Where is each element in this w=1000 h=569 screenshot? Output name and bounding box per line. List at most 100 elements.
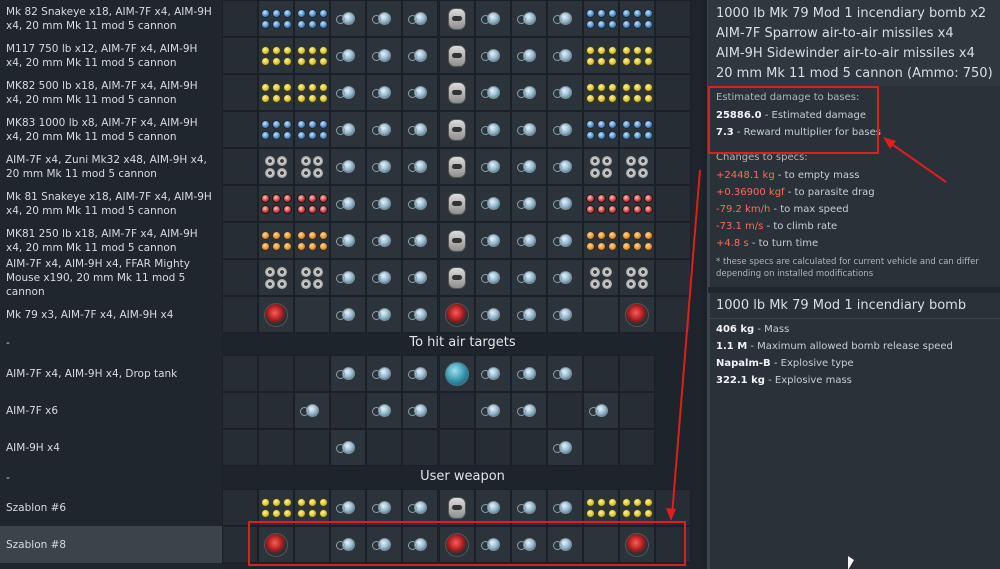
weapon-slot[interactable] [330, 392, 366, 429]
weapon-slot[interactable] [366, 296, 402, 333]
weapon-slot[interactable] [439, 37, 475, 74]
preset-row[interactable]: MK83 1000 lb x8, AIM-7F x4, AIM-9H x4, 2… [0, 111, 222, 148]
weapon-slot[interactable] [475, 37, 511, 74]
weapon-slot[interactable] [583, 392, 619, 429]
weapon-slot[interactable] [619, 222, 655, 259]
weapon-slot[interactable] [619, 392, 655, 429]
weapon-slot[interactable] [619, 37, 655, 74]
weapon-slot[interactable] [402, 111, 438, 148]
weapon-slot[interactable] [402, 259, 438, 296]
weapon-slot[interactable] [547, 259, 583, 296]
weapon-slot[interactable] [475, 185, 511, 222]
weapon-slot[interactable] [402, 392, 438, 429]
weapon-slot[interactable] [511, 148, 547, 185]
weapon-slot[interactable] [258, 185, 294, 222]
weapon-slot[interactable] [366, 185, 402, 222]
weapon-slot[interactable] [439, 429, 475, 466]
weapon-slot[interactable] [294, 259, 330, 296]
weapon-slot[interactable] [330, 74, 366, 111]
weapon-slot[interactable] [402, 185, 438, 222]
weapon-slot[interactable] [619, 148, 655, 185]
preset-row[interactable]: M117 750 lb x12, AIM-7F x4, AIM-9H x4, 2… [0, 37, 222, 74]
weapon-slot[interactable] [258, 355, 294, 392]
weapon-slot[interactable] [475, 148, 511, 185]
weapon-slot[interactable] [402, 222, 438, 259]
weapon-slot[interactable] [475, 74, 511, 111]
weapon-slot[interactable] [547, 111, 583, 148]
weapon-slot[interactable] [222, 222, 258, 259]
weapon-slot[interactable] [511, 185, 547, 222]
weapon-slot[interactable] [366, 111, 402, 148]
weapon-slot[interactable] [330, 0, 366, 37]
weapon-slot[interactable] [511, 392, 547, 429]
weapon-slot[interactable] [439, 296, 475, 333]
weapon-slot[interactable] [402, 296, 438, 333]
weapon-slot[interactable] [583, 185, 619, 222]
weapon-slot[interactable] [439, 355, 475, 392]
weapon-slot[interactable] [511, 222, 547, 259]
weapon-slot[interactable] [583, 111, 619, 148]
weapon-slot[interactable] [366, 148, 402, 185]
weapon-slot[interactable] [402, 0, 438, 37]
weapon-slot[interactable] [258, 74, 294, 111]
weapon-slot[interactable] [475, 296, 511, 333]
weapon-slot[interactable] [475, 355, 511, 392]
weapon-slot[interactable] [655, 148, 691, 185]
weapon-slot[interactable] [402, 37, 438, 74]
weapon-slot[interactable] [511, 0, 547, 37]
weapon-slot[interactable] [366, 222, 402, 259]
weapon-slot[interactable] [330, 185, 366, 222]
weapon-slot[interactable] [619, 111, 655, 148]
weapon-slot[interactable] [619, 0, 655, 37]
weapon-slot[interactable] [366, 392, 402, 429]
weapon-slot[interactable] [655, 37, 691, 74]
weapon-slot[interactable] [547, 148, 583, 185]
weapon-slot[interactable] [439, 185, 475, 222]
weapon-slot[interactable] [619, 296, 655, 333]
weapon-slot[interactable] [402, 429, 438, 466]
weapon-slot[interactable] [439, 74, 475, 111]
weapon-slot[interactable] [258, 296, 294, 333]
weapon-slot[interactable] [619, 185, 655, 222]
weapon-slot[interactable] [439, 111, 475, 148]
weapon-slot[interactable] [583, 296, 619, 333]
preset-row[interactable]: Mk 82 Snakeye x18, AIM-7F x4, AIM-9H x4,… [0, 0, 222, 37]
weapon-slot[interactable] [222, 185, 258, 222]
weapon-slot[interactable] [475, 392, 511, 429]
weapon-slot[interactable] [511, 37, 547, 74]
weapon-slot[interactable] [366, 74, 402, 111]
weapon-slot[interactable] [547, 37, 583, 74]
weapon-slot[interactable] [330, 355, 366, 392]
preset-row[interactable]: Mk 81 Snakeye x18, AIM-7F x4, AIM-9H x4,… [0, 185, 222, 222]
weapon-slot[interactable] [583, 355, 619, 392]
preset-row[interactable]: AIM-9H x4 [0, 429, 222, 466]
preset-row[interactable]: AIM-7F x4, Zuni Mk32 x48, AIM-9H x4, 20 … [0, 148, 222, 185]
weapon-slot[interactable] [222, 259, 258, 296]
weapon-slot[interactable] [619, 74, 655, 111]
weapon-slot[interactable] [511, 74, 547, 111]
weapon-slot[interactable] [294, 392, 330, 429]
weapon-slot[interactable] [222, 74, 258, 111]
weapon-slot[interactable] [439, 222, 475, 259]
weapon-slot[interactable] [222, 392, 258, 429]
weapon-slot[interactable] [655, 259, 691, 296]
weapon-slot[interactable] [583, 37, 619, 74]
weapon-slot[interactable] [294, 148, 330, 185]
weapon-slot[interactable] [258, 148, 294, 185]
preset-row[interactable]: AIM-7F x6 [0, 392, 222, 429]
weapon-slot[interactable] [294, 37, 330, 74]
preset-row[interactable]: AIM-7F x4, AIM-9H x4, FFAR Mighty Mouse … [0, 258, 222, 298]
preset-row[interactable]: MK82 500 lb x18, AIM-7F x4, AIM-9H x4, 2… [0, 74, 222, 111]
weapon-slot[interactable] [583, 222, 619, 259]
weapon-slot[interactable] [619, 429, 655, 466]
weapon-slot[interactable] [294, 355, 330, 392]
weapon-slot[interactable] [402, 74, 438, 111]
weapon-slot[interactable] [294, 0, 330, 37]
weapon-slot[interactable] [583, 0, 619, 37]
weapon-slot[interactable] [366, 259, 402, 296]
weapon-slot[interactable] [258, 0, 294, 37]
weapon-slot[interactable] [619, 259, 655, 296]
weapon-slot[interactable] [439, 148, 475, 185]
weapon-slot[interactable] [583, 429, 619, 466]
weapon-slot[interactable] [475, 259, 511, 296]
